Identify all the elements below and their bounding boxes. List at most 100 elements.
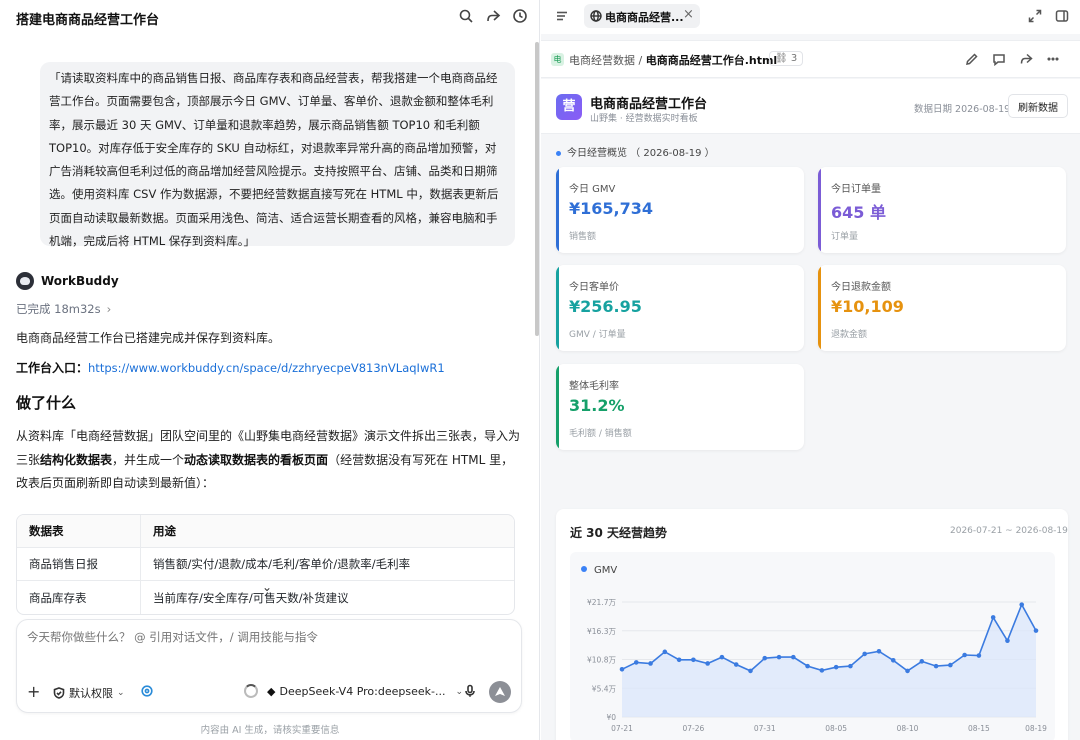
skill-icon[interactable] — [140, 684, 154, 698]
user-message-bubble: 「请读取资料库中的商品销售日报、商品库存表和商品经营表，帮我搭建一个电商商品经营… — [40, 62, 515, 248]
y-tick-label: ¥21.7万 — [587, 598, 616, 607]
table-cell: 商品库存表 — [17, 581, 141, 614]
ai-disclaimer: 内容由 AI 生成，请核实重要信息 — [200, 725, 340, 736]
search-icon[interactable] — [458, 8, 474, 24]
gmv-point — [819, 668, 825, 673]
gmv-point — [933, 663, 939, 669]
send-button[interactable] — [489, 681, 511, 703]
gmv-point — [990, 615, 996, 620]
kpi-accent-bar — [556, 167, 559, 253]
trend-title: 近 30 天经营趋势 — [570, 526, 668, 540]
gmv-area — [622, 604, 1036, 717]
workspace-link[interactable]: https://www.workbuddy.cn/space/d/zzhryec… — [88, 361, 445, 375]
gmv-point — [876, 648, 882, 654]
para-bold-2: 动态读取数据表的看板页面 — [184, 452, 329, 467]
arrow-up-icon — [495, 687, 505, 696]
kpi-value: ¥10,109 — [831, 297, 904, 316]
dashboard-title: 电商商品经营工作台 — [590, 97, 708, 112]
chevron-right-icon: › — [106, 302, 112, 316]
x-tick-label: 08-05 — [825, 724, 847, 733]
trend-chart-svg: GMV ¥0 ¥5.4万 ¥10.8万 ¥16.3万 ¥21.7万 07-21 07-26 07… — [581, 565, 1047, 733]
kpi-sub: 订单量 — [831, 232, 859, 242]
edit-icon[interactable] — [965, 52, 979, 66]
kpi-card-refund: 今日退款金额 ¥10,109 退款金额 — [818, 265, 1066, 351]
menu-icon[interactable] — [555, 9, 569, 23]
gmv-point — [919, 659, 925, 664]
shield-check-icon — [53, 687, 65, 699]
gmv-point — [805, 663, 810, 669]
microphone-icon[interactable] — [463, 684, 477, 698]
close-icon[interactable]: × — [683, 7, 694, 22]
section-paragraph: 从资料库「电商经营数据」团队空间里的《山野集电商经营数据》演示文件拆出三张表，导… — [16, 425, 521, 496]
legend-marker — [581, 566, 587, 572]
gmv-point — [691, 657, 696, 663]
kpi-value: ¥165,734 — [569, 199, 654, 218]
x-tick-label: 08-19 — [1025, 724, 1047, 733]
gmv-point — [890, 657, 896, 663]
breadcrumb-folder[interactable]: 电商经营数据 — [569, 54, 635, 67]
breadcrumb-file: 电商商品经营工作台.html — [645, 54, 778, 67]
task-status[interactable]: 已完成 18m32s › — [16, 301, 111, 317]
breadcrumb: 电商经营数据 / 电商商品经营工作台.html — [569, 54, 778, 67]
para-text-2: ，并生成一个 — [112, 452, 185, 467]
share-icon[interactable] — [485, 8, 501, 24]
comment-icon[interactable] — [992, 52, 1006, 67]
kpi-value: ¥256.95 — [569, 297, 642, 316]
expand-icon[interactable] — [1028, 9, 1042, 23]
agent-avatar — [16, 272, 34, 290]
tab-preview[interactable]: 电商商品经营... × — [584, 4, 700, 28]
gmv-point — [733, 662, 739, 667]
link-count-badge[interactable]: ⛓ 3 — [769, 51, 804, 66]
kpi-label: 今日订单量 — [831, 184, 881, 195]
gmv-point — [976, 653, 982, 658]
kpi-sub: GMV / 订单量 — [569, 330, 626, 340]
link-count: 3 — [790, 53, 798, 64]
scroll-down-icon[interactable]: ⌄ — [262, 580, 272, 594]
kpi-accent-bar — [556, 364, 559, 450]
table-header-row: 数据表 用途 — [17, 515, 514, 548]
task-status-text: 已完成 18m32s — [16, 302, 101, 316]
gmv-point — [762, 655, 768, 661]
composer-input[interactable] — [27, 630, 507, 644]
share-icon[interactable] — [1019, 52, 1033, 66]
globe-icon — [590, 10, 602, 22]
permission-dropdown[interactable]: 默认权限 ⌄ — [53, 685, 125, 701]
data-table: 数据表 用途 商品销售日报 销售额/实付/退款/成本/毛利/客单价/退款率/毛利… — [16, 514, 515, 615]
kpi-label: 整体毛利率 — [569, 381, 619, 392]
kpi-sub: 销售额 — [569, 232, 597, 242]
chevron-down-icon: ⌄ — [455, 686, 463, 697]
model-dropdown[interactable]: ◆ DeepSeek-V4 Pro:deepseek-... ⌄ — [267, 685, 463, 698]
model-label: DeepSeek-V4 Pro:deepseek-... — [279, 685, 446, 698]
gmv-point — [748, 668, 753, 674]
kpi-label: 今日退款金额 — [831, 282, 891, 293]
gmv-point — [848, 663, 853, 669]
gmv-point — [662, 649, 668, 655]
plus-icon[interactable]: + — [27, 684, 40, 700]
kpi-card-aov: 今日客单价 ¥256.95 GMV / 订单量 — [556, 265, 804, 351]
y-tick-label: ¥16.3万 — [587, 627, 616, 636]
gmv-point — [648, 661, 653, 666]
section-heading: 做了什么 — [16, 394, 77, 412]
gmv-point — [905, 668, 910, 674]
trend-range: 2026-07-21 ~ 2026-08-19 — [950, 526, 1068, 536]
chat-panel: 搭建电商商品经营工作台 「请读取资料库中的商品销售日报、商品库存表和商品经营表，… — [0, 0, 540, 740]
table-cell: 商品销售日报 — [17, 548, 141, 580]
chat-header: 搭建电商商品经营工作台 — [0, 0, 539, 34]
loading-spinner-icon — [244, 684, 258, 698]
y-tick-label: ¥10.8万 — [587, 656, 616, 665]
bullet-dot-icon — [556, 150, 561, 156]
more-icon[interactable] — [1046, 52, 1060, 66]
agent-message: 电商商品经营工作台已搭建完成并保存到资料库。 — [16, 331, 281, 345]
history-icon[interactable] — [512, 8, 528, 24]
refresh-button[interactable]: 刷新数据 — [1008, 94, 1068, 118]
dashboard-logo: 营 — [556, 94, 582, 120]
para-bold-1: 结构化数据表 — [40, 452, 113, 467]
sidebar-toggle-icon[interactable] — [1055, 9, 1069, 23]
x-tick-label: 07-31 — [754, 724, 776, 733]
chat-scrollbar[interactable] — [535, 42, 539, 336]
table-header-cell: 用途 — [153, 524, 176, 538]
x-tick-label: 08-10 — [897, 724, 919, 733]
y-tick-label: ¥5.4万 — [592, 684, 617, 693]
x-tick-label: 08-15 — [968, 724, 990, 733]
overview-title-text: 今日经营概览 （ 2026-08-19 ） — [567, 148, 715, 159]
